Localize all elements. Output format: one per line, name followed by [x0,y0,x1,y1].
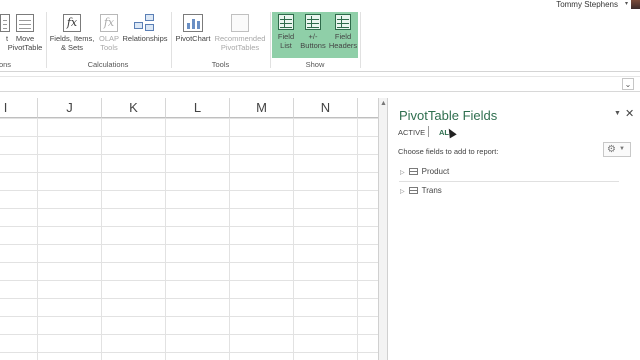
plus-minus-buttons-icon [305,14,321,30]
column-header-partial[interactable] [358,98,378,118]
row-gridline [0,208,378,209]
field-label: Trans [421,186,442,195]
column-gridline [37,118,38,360]
field-list-icon [278,14,294,30]
field-table-product[interactable]: ▷ Product [400,166,449,178]
vertical-scrollbar[interactable]: ▲ [378,98,388,360]
row-gridline [0,352,378,353]
user-dropdown-icon[interactable]: ▾ [625,0,628,7]
expand-triangle-icon[interactable]: ▷ [400,189,405,195]
field-divider [399,181,619,182]
relationships-button[interactable]: Relationships [122,14,168,43]
expand-triangle-icon[interactable]: ▷ [400,170,405,176]
fields-items-sets-label: Fields, Items, & Sets [49,34,95,52]
group-divider [270,12,271,68]
plus-minus-buttons-button[interactable]: +/- Buttons [298,14,328,50]
column-gridline [357,118,358,360]
fields-items-sets-icon: fx [63,14,81,32]
column-gridline [229,118,230,360]
group-divider [171,12,172,68]
row-gridline [0,172,378,173]
ribbon: Tommy Stephens ▾ t Move PivotTable ons fx… [0,0,640,72]
pivotchart-button[interactable]: PivotChart [173,14,213,43]
tab-active[interactable]: ACTIVE [398,128,425,137]
group-label-calculations: Calculations [87,60,129,69]
pivottable-fields-pane: PivotTable Fields ▼ ✕ ACTIVE ALL Choose … [389,98,640,360]
scroll-up-icon[interactable]: ▲ [380,100,387,107]
field-list-button[interactable]: Field List [272,14,300,50]
expand-formula-bar-icon[interactable]: ⌄ [622,78,634,90]
olap-tools-icon: fx [100,14,118,32]
column-gridline [101,118,102,360]
move-pivottable-icon [16,14,34,32]
group-label-tools: Tools [211,60,230,69]
field-table-trans[interactable]: ▷ Trans [400,185,442,197]
row-gridline [0,118,378,119]
olap-tools-label: OLAP Tools [98,34,119,52]
choose-fields-label: Choose fields to add to report: [398,147,499,156]
pane-options-dropdown-icon[interactable]: ▼ [614,110,621,117]
row-gridline [0,190,378,191]
column-header-m[interactable]: M [230,98,294,118]
row-gridline [0,154,378,155]
relationships-icon [134,14,156,32]
row-gridline [0,334,378,335]
column-header-k[interactable]: K [102,98,166,118]
gear-icon: ⚙ [607,144,616,156]
pane-title: PivotTable Fields [399,108,498,123]
chevron-down-icon: ▼ [618,146,625,152]
olap-tools-button: fx OLAP Tools [96,14,122,52]
recommended-pivottables-label: Recommended PivotTables [214,34,266,52]
avatar[interactable] [631,0,640,9]
row-gridline [0,262,378,263]
column-header-i[interactable]: I [0,98,38,118]
relationships-label: Relationships [122,34,168,43]
row-gridline [0,244,378,245]
field-headers-label: Field Headers [328,32,358,50]
column-gridline [293,118,294,360]
worksheet-grid[interactable]: I J K L M N [0,98,378,360]
row-gridline [0,226,378,227]
plus-minus-buttons-label: +/- Buttons [300,32,326,50]
move-pivottable-label: Move PivotTable [7,34,43,52]
row-gridline [0,136,378,137]
formula-bar[interactable]: ⌄ [0,76,640,92]
recommended-pivottables-button: Recommended PivotTables [212,14,268,52]
field-headers-button[interactable]: Field Headers [327,14,359,50]
column-gridline [165,118,166,360]
group-divider [360,12,361,68]
move-pivottable-button[interactable]: Move PivotTable [6,14,44,52]
close-icon[interactable]: ✕ [625,107,634,120]
group-label-actions: ons [0,60,12,69]
tab-divider [428,126,429,137]
row-gridline [0,280,378,281]
pivotchart-label: PivotChart [175,34,211,43]
column-header-n[interactable]: N [294,98,358,118]
recommended-pivottables-icon [231,14,249,32]
field-label: Product [421,167,450,176]
user-name[interactable]: Tommy Stephens [556,0,618,9]
field-headers-icon [335,14,351,30]
row-gridline [0,298,378,299]
group-divider [46,12,47,68]
fields-items-sets-button[interactable]: fx Fields, Items, & Sets [48,14,96,52]
column-header-j[interactable]: J [38,98,102,118]
field-list-label: Field List [277,32,295,50]
column-header-l[interactable]: L [166,98,230,118]
tools-button[interactable]: ⚙ ▼ [603,142,631,157]
group-label-show: Show [305,60,325,69]
pivotchart-icon [183,14,203,32]
table-icon [408,187,418,195]
table-icon [408,168,418,176]
row-gridline [0,316,378,317]
